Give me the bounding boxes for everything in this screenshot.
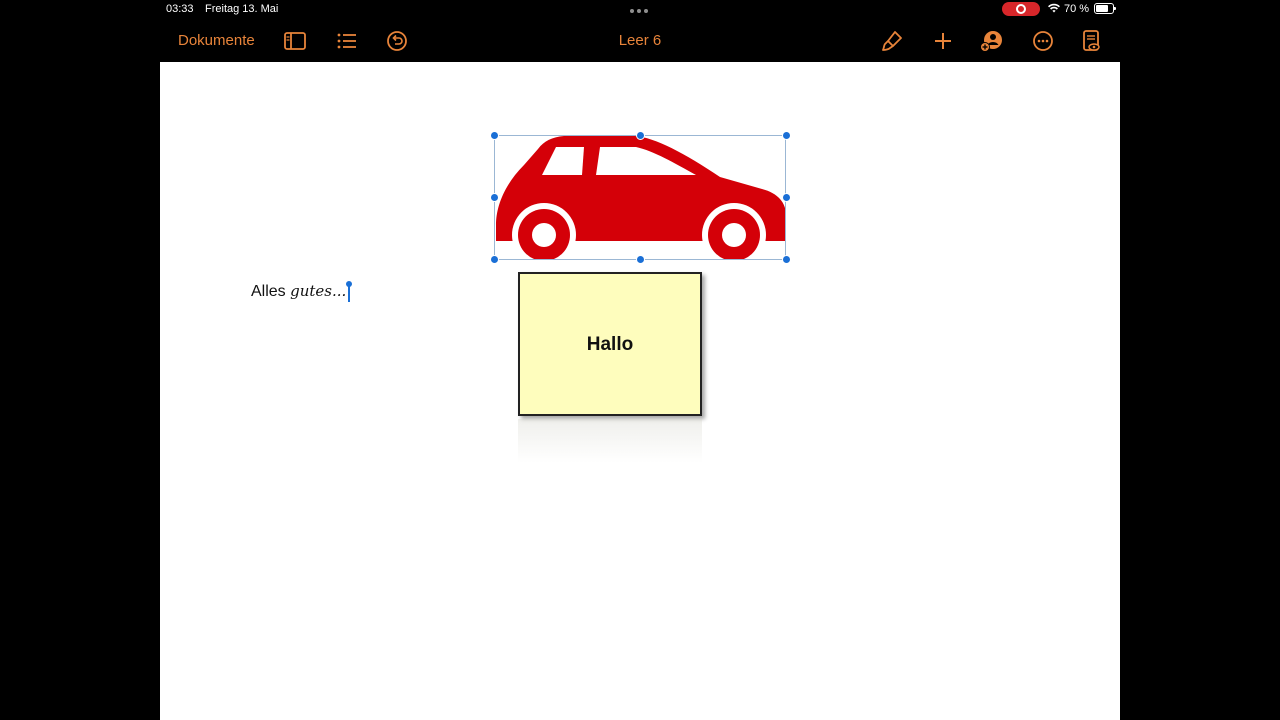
resize-handle-top-left[interactable] [490, 131, 499, 140]
app-toolbar: Dokumente Leer 6 [0, 22, 1280, 62]
undo-icon[interactable] [384, 28, 410, 54]
document-title[interactable]: Leer 6 [590, 32, 690, 49]
list-icon[interactable] [334, 28, 360, 54]
document-canvas[interactable]: Alles gutes... Hallo [160, 62, 1120, 720]
wifi-icon [1047, 2, 1061, 17]
battery-icon [1094, 3, 1116, 14]
paintbrush-icon[interactable] [880, 28, 906, 54]
collaborate-icon[interactable] [978, 28, 1004, 54]
sticky-note-shape[interactable]: Hallo [518, 272, 702, 416]
resize-handle-bottom-left[interactable] [490, 255, 499, 264]
sticky-note-reflection [518, 419, 702, 463]
text-word-gutes: gutes... [290, 282, 347, 300]
more-icon[interactable] [1030, 28, 1056, 54]
resize-handle-right[interactable] [782, 193, 791, 202]
resize-handle-top[interactable] [636, 131, 645, 140]
battery-percentage: 70 % [1064, 3, 1090, 15]
text-word-alles: Alles [251, 283, 286, 300]
resize-handle-bottom-right[interactable] [782, 255, 791, 264]
plus-icon[interactable] [930, 28, 956, 54]
text-box[interactable]: Alles gutes... [251, 282, 346, 301]
status-date: Freitag 13. Mai [205, 3, 279, 15]
status-time: 03:33 [166, 3, 194, 15]
multitasking-dots-icon[interactable] [630, 9, 648, 13]
sticky-note-label: Hallo [586, 334, 634, 355]
resize-handle-left[interactable] [490, 193, 499, 202]
status-bar: 03:33 Freitag 13. Mai 70 % [0, 0, 1280, 20]
documents-button[interactable]: Dokumente [178, 32, 255, 49]
screen-recording-icon [1002, 2, 1040, 16]
resize-handle-bottom[interactable] [636, 255, 645, 264]
text-cursor-handle[interactable] [346, 281, 352, 287]
car-image[interactable] [494, 135, 786, 261]
sidebar-icon[interactable] [282, 28, 308, 54]
resize-handle-top-right[interactable] [782, 131, 791, 140]
document-view-icon[interactable] [1078, 28, 1104, 54]
